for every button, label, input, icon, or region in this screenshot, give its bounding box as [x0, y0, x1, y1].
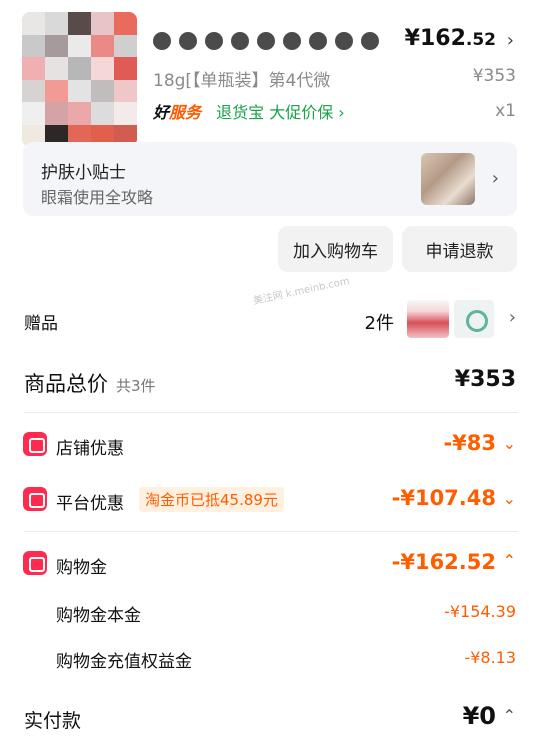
- product-paid-price: ¥162.52: [405, 26, 496, 51]
- redaction-blob: [153, 32, 171, 50]
- chevron-up-icon[interactable]: ⌃: [503, 706, 516, 725]
- gift-row[interactable]: 赠品 2件 ›: [0, 297, 540, 343]
- bonus-value: -¥8.13: [464, 648, 516, 667]
- redaction-blob: [309, 32, 327, 50]
- price-decimal: .52: [465, 30, 496, 50]
- redaction-blob: [231, 32, 249, 50]
- order-product-card[interactable]: ¥162.52 › 18g[【单瓶装】第4代微 ¥353 好服务 退货宝 大促价…: [0, 0, 540, 147]
- redaction-blob: [335, 32, 353, 50]
- gift-count: 2件: [364, 313, 394, 334]
- chevron-down-icon[interactable]: ⌄: [503, 434, 516, 453]
- redaction-blob: [179, 32, 197, 50]
- store-discount-row[interactable]: 店铺优惠 -¥83 ⌄: [0, 428, 540, 462]
- store-discount-label: 店铺优惠: [56, 439, 124, 459]
- tips-thumbnail: [421, 153, 475, 205]
- gift-label: 赠品: [24, 314, 58, 334]
- product-thumbnail[interactable]: [22, 12, 137, 147]
- shopping-gold-row[interactable]: 购物金 -¥162.52 ⌃: [0, 546, 540, 580]
- redaction-blob: [361, 32, 379, 50]
- good-service-b: 服务: [169, 103, 202, 122]
- redaction-blob: [257, 32, 275, 50]
- product-service-tags[interactable]: 好服务 退货宝 大促价保 ›: [153, 99, 345, 123]
- chevron-up-icon[interactable]: ⌃: [503, 551, 516, 570]
- goods-total-value: ¥353: [454, 367, 516, 392]
- shopping-gold-label: 购物金: [56, 558, 107, 578]
- store-discount-value: -¥83: [443, 431, 496, 455]
- total-label-text: 商品总价: [24, 372, 108, 396]
- redaction-blob: [283, 32, 301, 50]
- guarantee-tags[interactable]: 退货宝 大促价保 ›: [216, 103, 345, 122]
- bonus-label: 购物金充值权益金: [56, 652, 192, 672]
- chevron-down-icon[interactable]: ⌄: [503, 489, 516, 508]
- add-to-cart-button[interactable]: 加入购物车: [278, 226, 393, 272]
- shopping-gold-principal-row: 购物金本金 -¥154.39: [0, 599, 540, 627]
- platform-coupon-icon: [23, 487, 47, 511]
- shopping-gold-bonus-row: 购物金充值权益金 -¥8.13: [0, 645, 540, 673]
- actual-payment-label: 实付款: [24, 710, 82, 732]
- actual-payment-value: ¥0: [462, 702, 496, 730]
- good-service-a: 好: [153, 103, 170, 122]
- redaction-blob: [205, 32, 223, 50]
- shopping-bag-icon: [23, 551, 47, 575]
- chevron-right-icon[interactable]: ›: [509, 307, 516, 328]
- price-main: ¥162: [404, 26, 466, 51]
- platform-discount-row[interactable]: 平台优惠 淘金币已抵45.89元 -¥107.48 ⌄: [0, 482, 540, 516]
- product-title-redacted[interactable]: [153, 28, 403, 58]
- divider: [24, 412, 518, 413]
- product-quantity: x1: [495, 101, 516, 121]
- goods-total-label: 商品总价 共3件: [24, 368, 156, 398]
- divider: [24, 531, 518, 532]
- gift-thumbnail[interactable]: [407, 300, 449, 338]
- good-service-badge: 好服务: [153, 103, 201, 122]
- shopping-gold-value: -¥162.52: [391, 550, 496, 574]
- skincare-tips-card[interactable]: 护肤小贴士 眼霜使用全攻略 ›: [23, 142, 517, 216]
- total-item-count: 共3件: [116, 377, 156, 395]
- gift-thumbnail[interactable]: [454, 300, 494, 338]
- tips-subtitle: 眼霜使用全攻略: [41, 188, 154, 207]
- goods-total-row: 商品总价 共3件 ¥353: [0, 364, 540, 400]
- principal-label: 购物金本金: [56, 606, 141, 626]
- product-original-price: ¥353: [472, 66, 516, 86]
- tips-title: 护肤小贴士: [41, 163, 126, 183]
- taojinbi-tag: 淘金币已抵45.89元: [139, 487, 284, 512]
- chevron-right-icon: ›: [491, 168, 499, 189]
- platform-discount-label: 平台优惠: [56, 494, 124, 514]
- product-spec: 18g[【单瓶装】第4代微: [153, 71, 331, 91]
- actual-payment-row[interactable]: 实付款 ¥0 ⌃: [0, 700, 540, 736]
- platform-discount-value: -¥107.48: [391, 486, 496, 510]
- principal-value: -¥154.39: [444, 602, 516, 621]
- store-icon: [23, 432, 47, 456]
- chevron-right-icon[interactable]: ›: [507, 30, 514, 51]
- request-refund-button[interactable]: 申请退款: [402, 226, 517, 272]
